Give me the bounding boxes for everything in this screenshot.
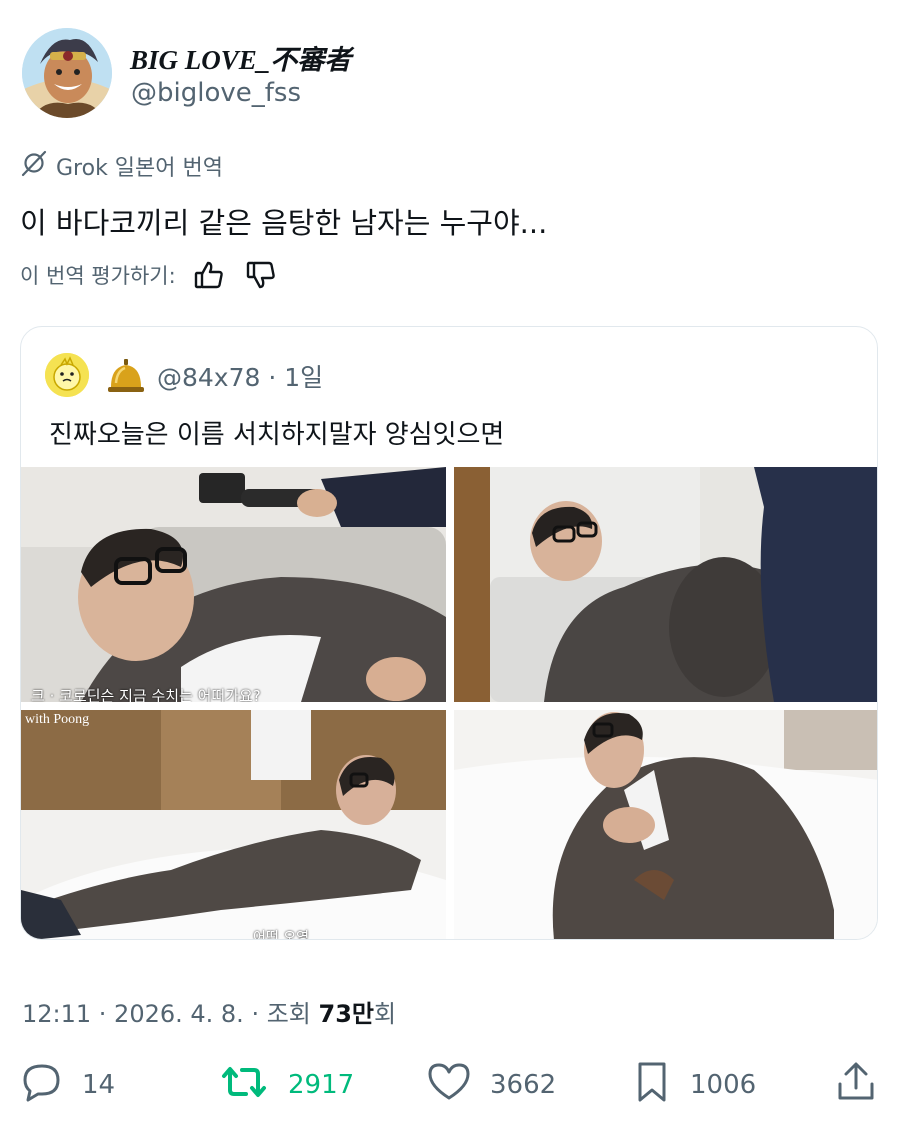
author-avatar[interactable] <box>22 28 112 118</box>
photo-4[interactable] <box>454 710 877 939</box>
rate-translation-label: 이 번역 평가하기: <box>20 264 176 288</box>
author-handle[interactable]: @biglove_fss <box>131 78 301 108</box>
quoted-post-card[interactable]: @84x78 · 1일 진짜오늘은 이름 서치하지말자 양심잇으면 크 · 코로… <box>20 326 878 940</box>
photo-2[interactable] <box>454 467 877 702</box>
timestamp-date: 12:11 · 2026. 4. 8. · 조회 <box>22 1000 319 1028</box>
reply-button[interactable]: 14 <box>20 1060 115 1110</box>
post-timestamp: 12:11 · 2026. 4. 8. · 조회 73만회 <box>22 994 396 1029</box>
view-count: 73만 <box>318 1000 374 1028</box>
repost-icon <box>218 1060 270 1111</box>
quoted-post-meta: @84x78 · 1일 <box>157 363 324 392</box>
bookmark-count: 1006 <box>690 1070 757 1100</box>
bookmark-button[interactable]: 1006 <box>632 1060 756 1110</box>
photo-3-caption: 어떤 오영 <box>253 930 309 940</box>
grok-icon <box>20 149 48 183</box>
repost-button[interactable]: 2917 <box>218 1060 354 1110</box>
like-count: 3662 <box>490 1070 557 1100</box>
action-bar: 14 2917 3662 1006 <box>0 1060 900 1110</box>
share-icon <box>834 1060 878 1111</box>
repost-count: 2917 <box>288 1070 355 1100</box>
quoted-post-text: 진짜오늘은 이름 서치하지말자 양심잇으면 <box>49 420 505 450</box>
rate-translation-row: 이 번역 평가하기: <box>20 257 280 293</box>
photo-grid: 크 · 코로딘슨 지금 수치는 어떠가요? with Poong 어떤 오영 <box>21 467 877 940</box>
share-button[interactable] <box>834 1060 878 1110</box>
translation-label-row: Grok 일본어 번역 <box>20 150 223 182</box>
author-display-name[interactable]: BIG LOVE_不審者 <box>130 38 351 77</box>
photo-1-caption: 크 · 코로딘슨 지금 수치는 어떠가요? <box>31 687 261 702</box>
photo-3-watermark: with Poong <box>25 712 90 727</box>
photo-1[interactable]: 크 · 코로딘슨 지금 수치는 어떠가요? <box>21 467 446 702</box>
view-count-suffix: 회 <box>373 1000 397 1028</box>
post-text: 이 바다코끼리 같은 음탕한 남자는 누구야... <box>20 206 548 240</box>
bookmark-icon <box>632 1060 672 1111</box>
translation-label: Grok 일본어 번역 <box>56 156 223 181</box>
like-button[interactable]: 3662 <box>426 1060 556 1110</box>
quoted-author-avatar[interactable] <box>45 353 89 397</box>
reply-count: 14 <box>82 1070 116 1100</box>
service-bell-icon <box>105 355 147 397</box>
thumbs-down-icon[interactable] <box>242 257 280 293</box>
heart-icon <box>426 1060 472 1111</box>
photo-3[interactable]: with Poong 어떤 오영 <box>21 710 446 940</box>
thumbs-up-icon[interactable] <box>190 257 228 293</box>
reply-icon <box>20 1060 64 1111</box>
